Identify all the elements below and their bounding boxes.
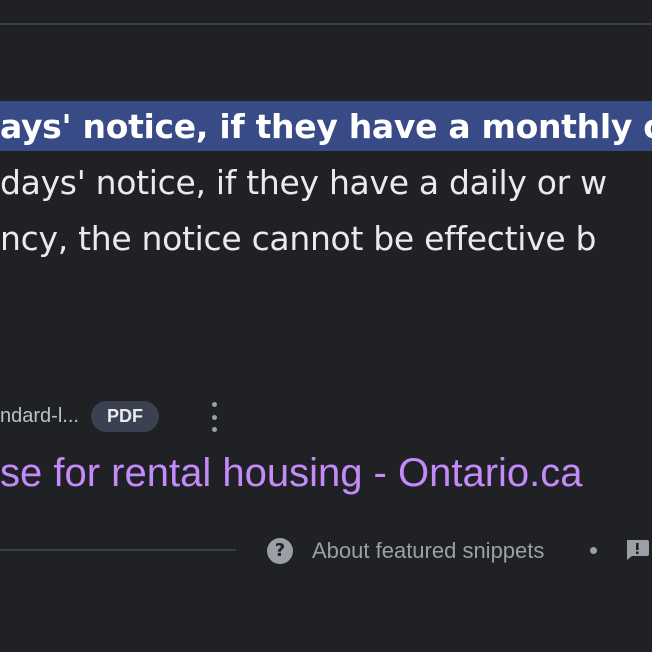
- top-divider: [0, 23, 652, 25]
- source-url[interactable]: ndard-l...: [0, 405, 79, 428]
- source-row: ndard-l... PDF: [0, 398, 159, 434]
- search-result-page: ays' notice, if they have a monthly o da…: [0, 0, 652, 652]
- result-title-link[interactable]: se for rental housing - Ontario.ca: [0, 446, 583, 500]
- more-dot: [211, 414, 217, 420]
- snippet-highlighted-line: ays' notice, if they have a monthly o: [0, 101, 652, 151]
- bottom-divider: [0, 549, 236, 551]
- snippet-line: ncy, the notice cannot be effective b: [0, 219, 597, 258]
- feedback-icon[interactable]: [624, 539, 650, 561]
- more-vert-icon[interactable]: [206, 402, 222, 432]
- pdf-badge: PDF: [90, 400, 159, 432]
- more-dot: [211, 427, 217, 432]
- separator-dot: [590, 547, 597, 554]
- help-icon[interactable]: ?: [267, 538, 293, 564]
- more-dot: [211, 402, 217, 407]
- snippet-line: days' notice, if they have a daily or w: [0, 163, 607, 202]
- about-featured-snippets-link[interactable]: About featured snippets: [312, 536, 544, 566]
